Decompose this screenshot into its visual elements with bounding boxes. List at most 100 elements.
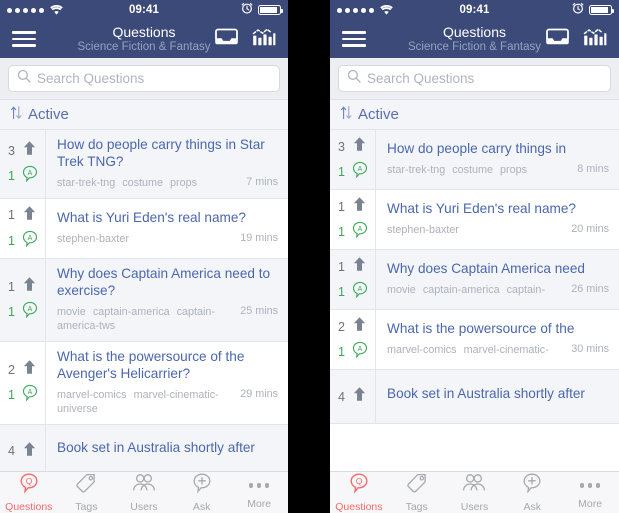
tag-icon <box>75 472 97 499</box>
tag-list: movie captain-america captain-america-tws <box>57 305 232 334</box>
question-bubble-icon: Q <box>348 472 370 499</box>
question-row[interactable]: 1 1 A What is Yuri Eden's real name? stephen… <box>330 190 619 250</box>
svg-text:A: A <box>358 226 363 233</box>
tab-users[interactable]: Users <box>446 472 504 513</box>
question-stats: 4 <box>0 424 46 471</box>
tag-item[interactable]: props <box>170 177 197 189</box>
sort-filter-row[interactable]: Active <box>330 100 619 130</box>
question-row[interactable]: 1 1 A Why does Captain America need to exer… <box>0 258 288 342</box>
hamburger-menu-icon[interactable] <box>12 31 36 47</box>
tab-label: Ask <box>523 501 542 513</box>
bar-chart-icon[interactable] <box>583 27 607 52</box>
answer-bubble-icon: A <box>22 230 38 252</box>
vote-stat: 1 <box>338 256 375 277</box>
tag-item[interactable]: stephen-baxter <box>387 224 459 236</box>
question-meta: marvel-comics marvel-cinematic-universe 29… <box>57 388 278 417</box>
vote-stat: 4 <box>8 441 45 462</box>
question-title[interactable]: Book set in Australia shortly after <box>57 440 278 457</box>
hamburger-menu-icon[interactable] <box>342 31 366 47</box>
phone-left: 09:41 Questions Science Fiction & Fantasy S… <box>0 0 288 513</box>
vote-count: 1 <box>338 259 345 274</box>
question-title[interactable]: Why does Captain America need <box>387 261 609 278</box>
tab-tags[interactable]: Tags <box>388 472 446 513</box>
question-row[interactable]: 3 1 A How do people carry things in Star Tr… <box>0 130 288 199</box>
question-row[interactable]: 1 1 A What is Yuri Eden's real name? stephen… <box>0 198 288 259</box>
vote-count: 3 <box>338 139 345 154</box>
tab-more[interactable]: More <box>561 476 619 510</box>
svg-text:A: A <box>28 389 33 396</box>
tag-item[interactable]: props <box>500 164 527 176</box>
question-body: Book set in Australia shortly after <box>46 425 288 471</box>
tab-label: Tags <box>75 501 98 513</box>
tab-tags[interactable]: Tags <box>58 472 116 513</box>
inbox-tray-icon[interactable] <box>214 27 239 51</box>
upvote-arrow-icon <box>352 256 367 277</box>
tag-item[interactable]: marvel-cinematic- <box>464 344 549 356</box>
answer-count: 1 <box>8 169 15 184</box>
sort-arrows-icon <box>340 105 353 125</box>
upvote-arrow-icon <box>22 359 37 380</box>
tag-item[interactable]: captain- <box>507 284 545 296</box>
question-title[interactable]: How do people carry things in <box>387 141 609 158</box>
answer-count: 1 <box>338 165 345 179</box>
status-bar: 09:41 <box>0 0 288 20</box>
question-title[interactable]: What is Yuri Eden's real name? <box>387 201 609 218</box>
users-icon <box>132 472 156 499</box>
tag-item[interactable]: captain-america <box>423 284 500 296</box>
svg-text:A: A <box>358 346 363 353</box>
sort-arrows-icon <box>10 105 23 125</box>
question-row[interactable]: 4 Book set in Australia shortly after <box>330 370 619 424</box>
tag-item[interactable]: marvel-comics <box>57 389 127 401</box>
question-stats: 31A <box>330 130 376 189</box>
question-title[interactable]: What is the powersource of the <box>387 321 609 338</box>
question-title[interactable]: What is Yuri Eden's real name? <box>57 210 278 227</box>
question-timestamp: 30 mins <box>571 343 609 356</box>
tag-item[interactable]: captain-america <box>93 306 170 318</box>
question-row[interactable]: 1 1 A Why does Captain America need movie cap… <box>330 250 619 310</box>
tab-more[interactable]: More <box>230 476 288 510</box>
tab-questions[interactable]: Q Questions <box>0 472 58 513</box>
tag-list: marvel-comics marvel-cinematic-universe <box>57 388 232 417</box>
answer-bubble-icon: A <box>22 165 38 187</box>
question-row[interactable]: 3 1 A How do people carry things in star-tre… <box>330 130 619 190</box>
answer-count: 1 <box>338 225 345 239</box>
question-title[interactable]: How do people carry things in Star Trek … <box>57 137 278 171</box>
battery-icon <box>258 5 283 15</box>
vote-stat: 1 <box>338 196 375 217</box>
sort-filter-row[interactable]: Active <box>0 100 288 130</box>
tab-ask[interactable]: Ask <box>503 472 561 513</box>
tag-item[interactable]: costume <box>452 164 493 176</box>
search-input[interactable]: Search Questions <box>8 65 280 92</box>
tab-questions[interactable]: Q Questions <box>330 472 388 513</box>
search-input[interactable]: Search Questions <box>338 65 611 92</box>
question-row[interactable]: 2 1 A What is the powersource of the marvel-… <box>330 310 619 370</box>
question-row[interactable]: 4 Book set in Australia shortly after <box>0 424 288 471</box>
question-title[interactable]: Book set in Australia shortly after <box>387 386 609 403</box>
tag-item[interactable]: stephen-baxter <box>57 233 129 245</box>
question-row[interactable]: 2 1 A What is the powersource of the Avenge… <box>0 341 288 425</box>
question-stats: 4 <box>330 370 376 423</box>
tag-item[interactable]: marvel-comics <box>387 344 457 356</box>
tag-item[interactable]: star-trek-tng <box>57 177 115 189</box>
answer-bubble-icon: A <box>352 221 368 243</box>
answer-stat: 1A <box>8 384 45 406</box>
question-timestamp: 19 mins <box>240 231 278 244</box>
phone-right: 09:41 Questions Science Fiction & Fantasy S… <box>330 0 619 513</box>
tab-label: Questions <box>335 501 383 513</box>
tab-users[interactable]: Users <box>115 472 173 513</box>
tag-item[interactable]: movie <box>387 284 416 296</box>
tab-ask[interactable]: Ask <box>173 472 231 513</box>
answer-stat: 1A <box>338 281 375 303</box>
tab-label: More <box>578 497 603 510</box>
upvote-arrow-icon <box>22 441 37 462</box>
search-icon <box>347 69 361 88</box>
question-title[interactable]: Why does Captain America need to exercis… <box>57 266 278 300</box>
inbox-tray-icon[interactable] <box>545 27 570 51</box>
question-title[interactable]: What is the powersource of the Avenger's… <box>57 349 278 383</box>
question-body: Why does Captain America need movie captai… <box>376 250 619 309</box>
tag-item[interactable]: costume <box>122 177 163 189</box>
tag-item[interactable]: star-trek-tng <box>387 164 445 176</box>
tag-item[interactable]: movie <box>57 306 86 318</box>
answer-bubble-icon: A <box>22 384 38 406</box>
bar-chart-icon[interactable] <box>252 27 276 52</box>
